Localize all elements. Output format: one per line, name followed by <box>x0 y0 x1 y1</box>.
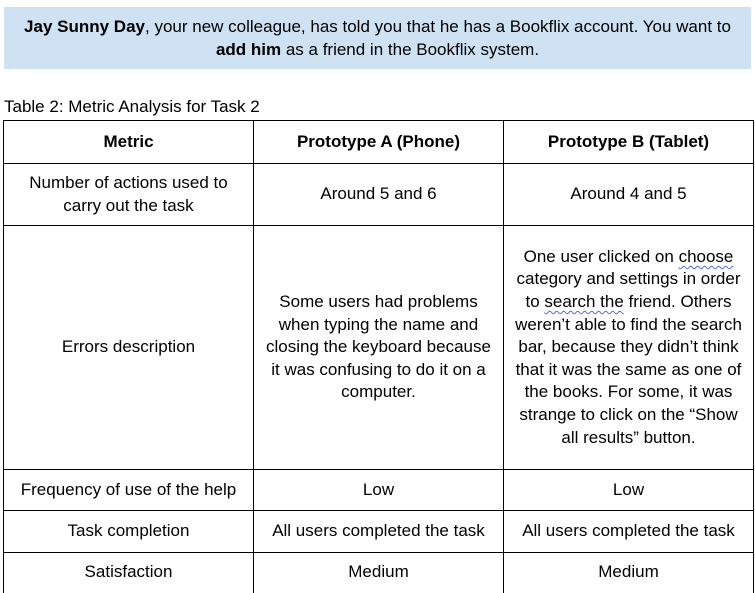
errors-text-b: friend. Others weren’t able to find the … <box>515 292 742 447</box>
metric-cell: Frequency of use of the help <box>3 469 254 511</box>
table-row: Task completion All users completed the … <box>3 510 754 553</box>
prototype-a-cell: Around 5 and 6 <box>253 163 504 226</box>
task-text: Jay Sunny Day, your new colleague, has t… <box>22 15 733 61</box>
prototype-b-cell: Low <box>503 469 754 511</box>
metric-table: Metric Prototype A (Phone) Prototype B (… <box>3 120 754 593</box>
table-row: Number of actions used to carry out the … <box>3 163 754 226</box>
table-row: Errors description Some users had proble… <box>3 225 754 470</box>
task-description: Jay Sunny Day, your new colleague, has t… <box>4 7 751 69</box>
metric-cell: Number of actions used to carry out the … <box>3 163 254 226</box>
spellcheck-word: choose <box>678 246 734 266</box>
task-action: add him <box>215 40 282 59</box>
errors-text-a: Some users had problems when typing the … <box>266 292 491 402</box>
column-header-metric: Metric <box>3 120 254 164</box>
prototype-a-cell: All users completed the task <box>253 510 504 553</box>
column-header-prototype-a: Prototype A (Phone) <box>253 120 504 164</box>
prototype-b-cell: Around 4 and 5 <box>503 163 754 226</box>
errors-text-b: One user clicked on <box>523 246 679 266</box>
column-header-prototype-b: Prototype B (Tablet) <box>503 120 754 164</box>
prototype-b-cell: All users completed the task <box>503 510 754 553</box>
prototype-a-cell: Low <box>253 469 504 511</box>
metric-cell: Task completion <box>3 510 254 553</box>
metric-cell: Satisfaction <box>3 552 254 593</box>
table-caption: Table 2: Metric Analysis for Task 2 <box>4 97 260 116</box>
colleague-name: Jay Sunny Day <box>24 17 145 36</box>
table-row: Frequency of use of the help Low Low <box>3 469 754 511</box>
prototype-b-cell: One user clicked on choose category and … <box>503 225 754 470</box>
prototype-a-cell: Some users had problems when typing the … <box>253 225 504 470</box>
table-row: Satisfaction Medium Medium <box>3 552 754 593</box>
metric-cell: Errors description <box>3 225 254 470</box>
prototype-b-cell: Medium <box>503 552 754 593</box>
spellcheck-word: search the <box>544 292 624 312</box>
task-text-part: , your new colleague, has told you that … <box>145 17 731 36</box>
table-header-row: Metric Prototype A (Phone) Prototype B (… <box>3 120 754 164</box>
prototype-a-cell: Medium <box>253 552 504 593</box>
task-text-part: as a friend in the Bookflix system. <box>281 40 540 59</box>
